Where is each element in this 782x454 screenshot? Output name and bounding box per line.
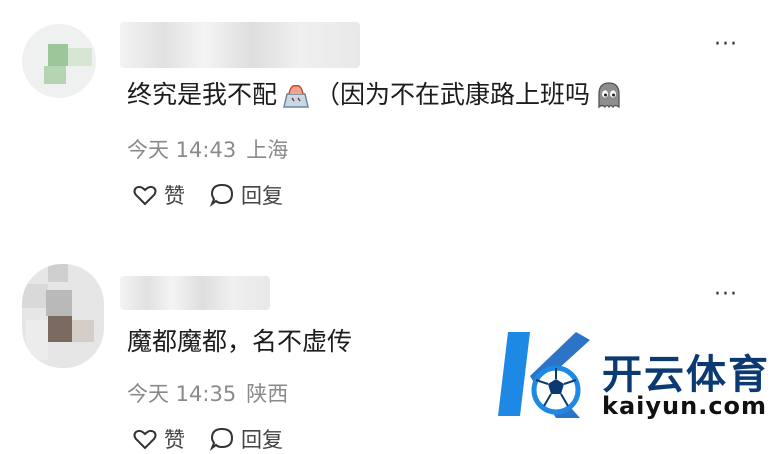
avatar-pixel — [72, 320, 94, 342]
avatar-pixel — [44, 66, 66, 84]
more-icon[interactable]: ··· — [714, 34, 738, 56]
comment-meta: 今天 14:43 上海 — [127, 134, 288, 164]
avatar-pixel — [48, 44, 68, 66]
comment-actions: 赞 回复 — [132, 424, 283, 454]
brand-watermark: 开云体育 kaiyun.com — [490, 318, 772, 436]
like-label: 赞 — [164, 184, 185, 208]
username-blur — [120, 276, 270, 310]
username-blur — [120, 22, 360, 68]
speech-bubble-icon — [209, 427, 234, 451]
avatar-pixel — [48, 264, 68, 282]
username-blurred[interactable] — [120, 276, 270, 310]
comment-text-part: （因为不在武康路上班吗 — [315, 80, 591, 109]
avatar[interactable] — [22, 264, 104, 368]
ghost-emoji-icon — [594, 80, 624, 110]
reply-label: 回复 — [241, 184, 283, 208]
avatar-pixel — [46, 290, 72, 316]
avatar-pixel — [68, 48, 92, 66]
like-label: 赞 — [164, 428, 185, 452]
brand-logo-icon — [498, 332, 590, 418]
like-button[interactable]: 赞 — [132, 180, 185, 210]
avatar-pixel — [22, 284, 48, 308]
comment-1: ··· 终究是我不配 （因为不在武康路上班吗 今天 14:43 上海 赞 回复 — [0, 0, 782, 240]
avatar-pixel — [26, 320, 48, 360]
username-blurred[interactable] — [120, 22, 360, 68]
reply-button[interactable]: 回复 — [209, 424, 283, 454]
speech-bubble-icon — [209, 183, 234, 207]
reply-label: 回复 — [241, 428, 283, 452]
heart-icon — [133, 185, 157, 206]
comment-text: 魔都魔都，名不虚传 — [127, 327, 353, 356]
comment-actions: 赞 回复 — [132, 180, 283, 210]
wilted-emoji-icon — [281, 80, 311, 110]
avatar[interactable] — [22, 24, 96, 98]
avatar-pixel — [48, 316, 72, 342]
comment-location: 上海 — [246, 138, 289, 162]
comment-text: 终究是我不配 （因为不在武康路上班吗 — [127, 78, 628, 111]
reply-button[interactable]: 回复 — [209, 180, 283, 210]
comment-location: 陕西 — [246, 382, 289, 406]
comment-time: 今天 14:35 — [127, 382, 237, 406]
heart-icon — [133, 429, 157, 450]
comment-text-part: 终究是我不配 — [127, 80, 278, 109]
comment-meta: 今天 14:35 陕西 — [127, 378, 288, 408]
like-button[interactable]: 赞 — [132, 424, 185, 454]
more-icon[interactable]: ··· — [714, 284, 738, 306]
comment-time: 今天 14:43 — [127, 138, 237, 162]
brand-url: kaiyun.com — [602, 392, 768, 420]
